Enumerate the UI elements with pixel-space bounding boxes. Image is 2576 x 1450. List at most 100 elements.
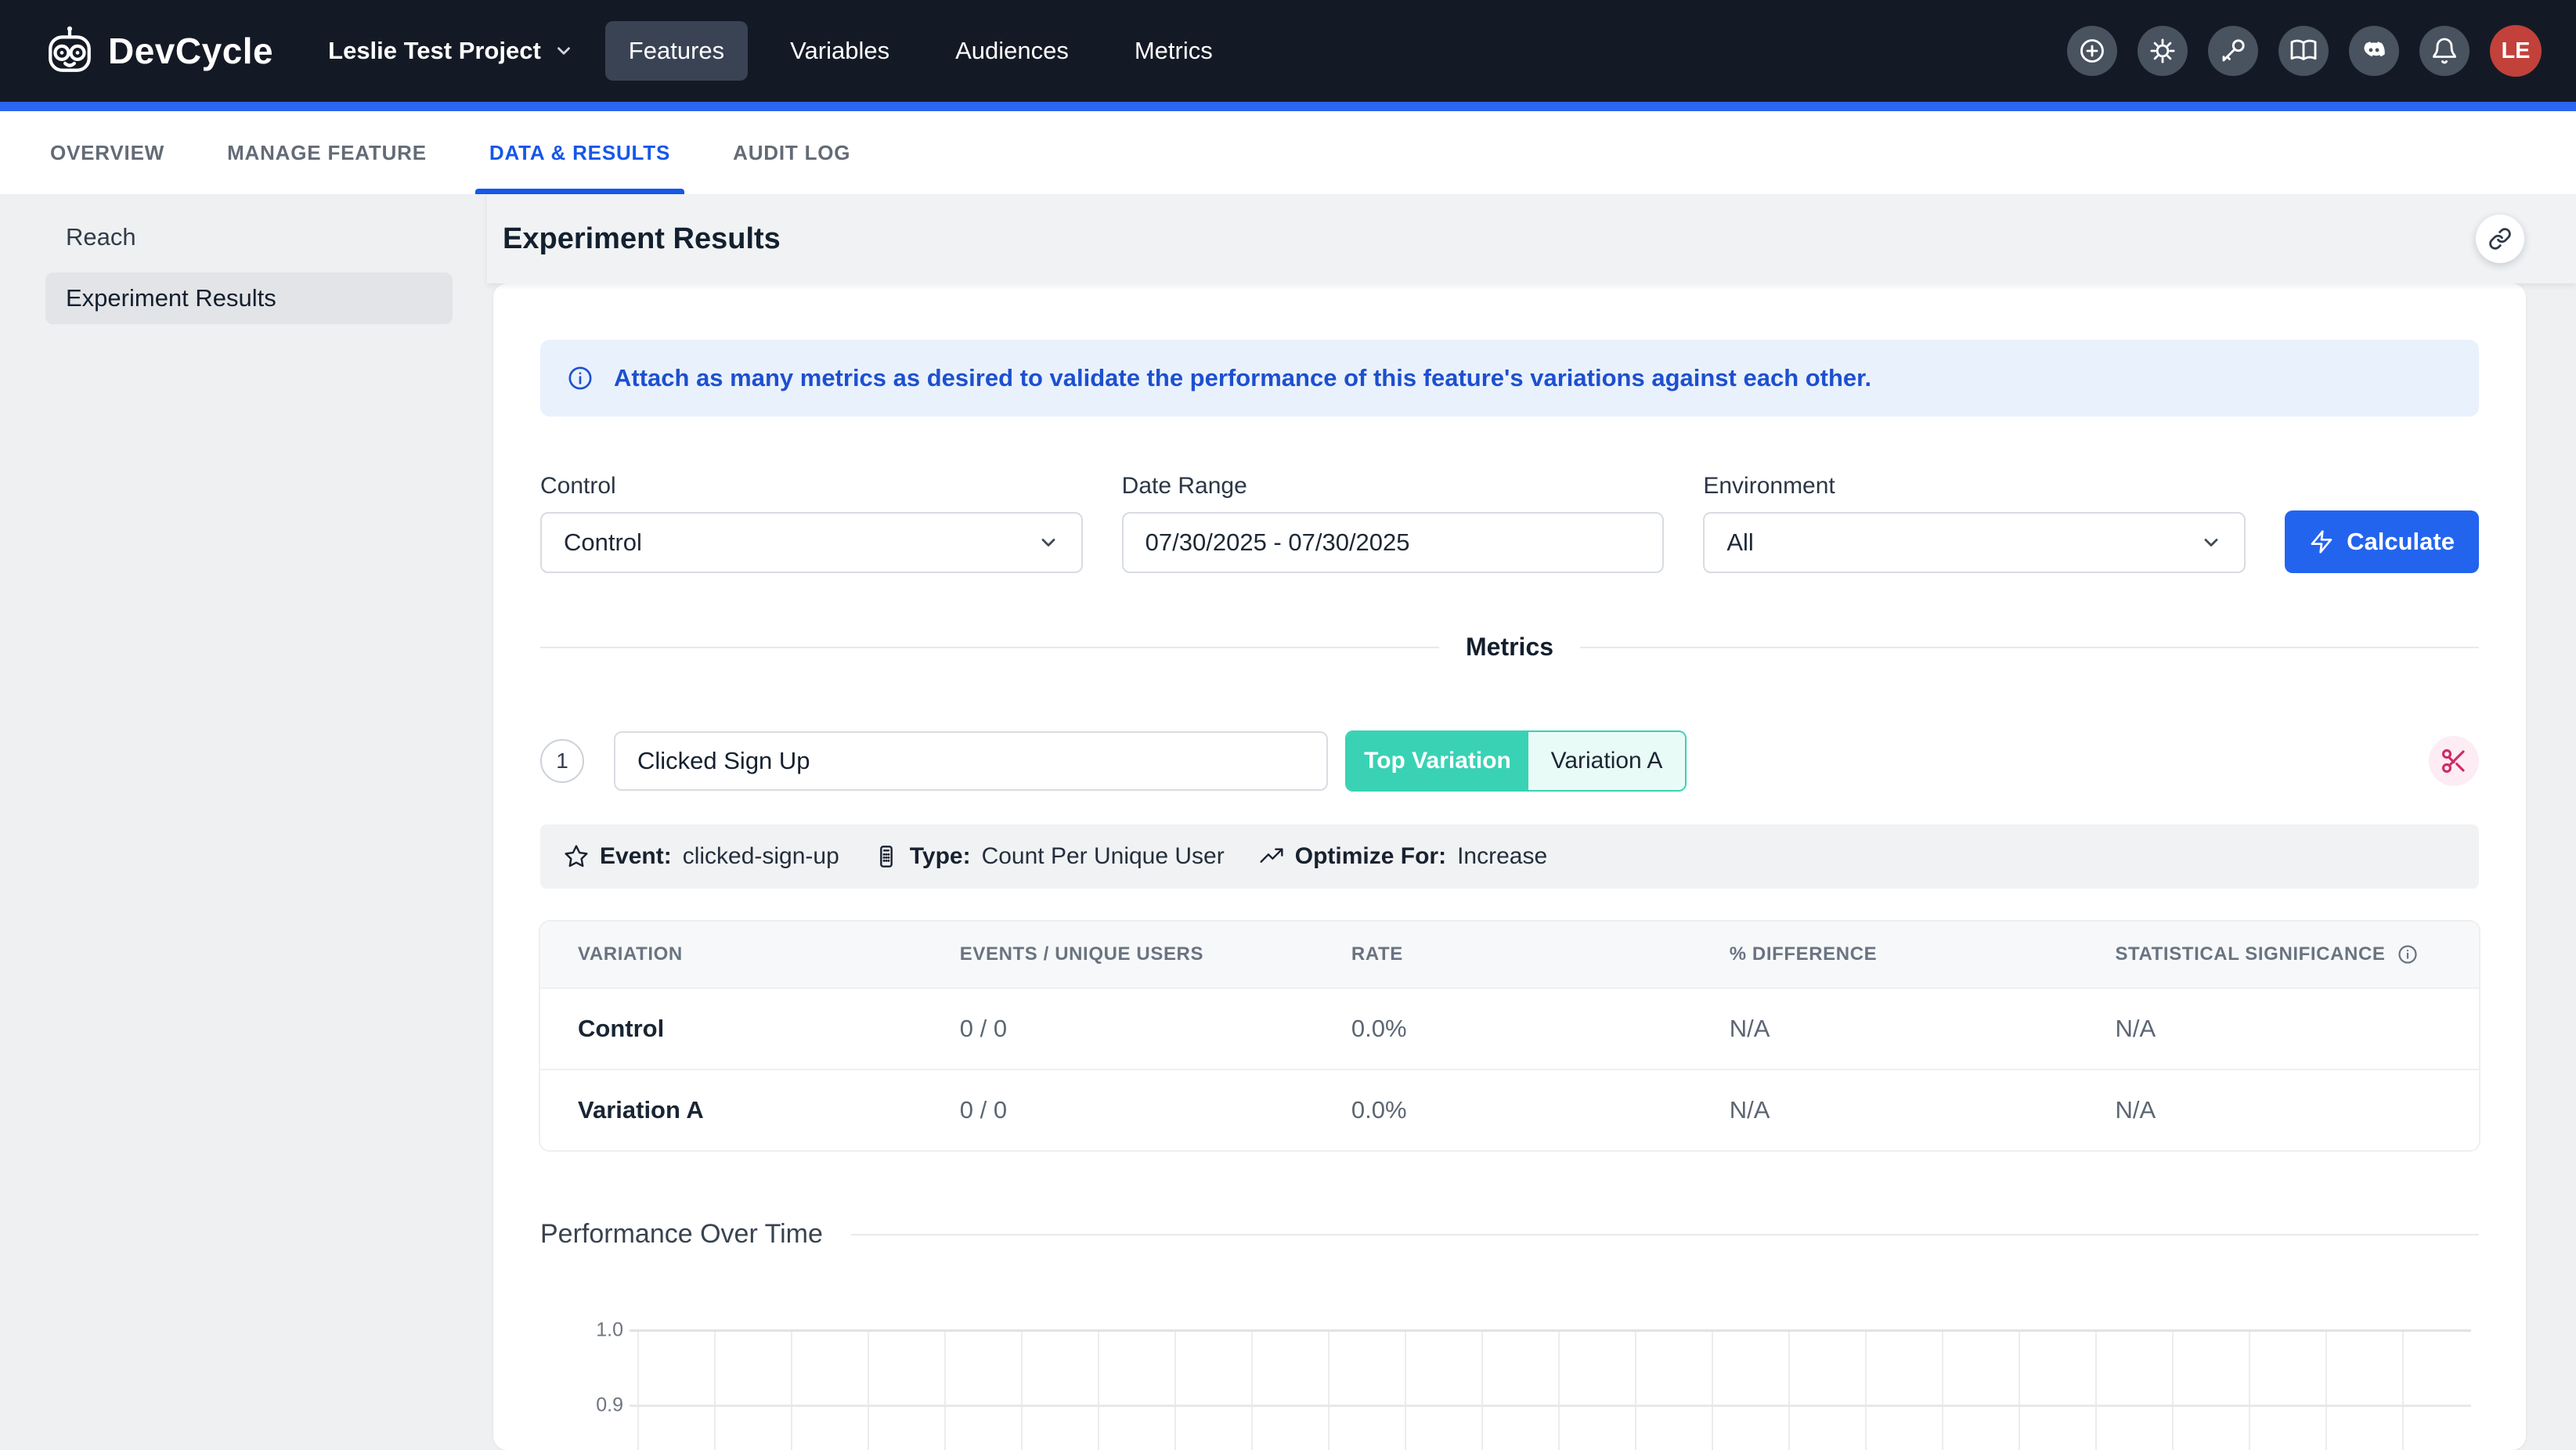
sidebar: Reach Experiment Results — [0, 194, 487, 1450]
optimize-detail: Optimize For: Increase — [1259, 843, 1547, 870]
nav-link-metrics[interactable]: Metrics — [1111, 21, 1236, 81]
calculator-icon — [874, 844, 899, 869]
experiment-results-card: Attach as many metrics as desired to val… — [493, 283, 2526, 1450]
gridline-0.9 — [630, 1405, 2471, 1407]
api-keys-button[interactable] — [2208, 26, 2258, 76]
tab-audit-log[interactable]: AUDIT LOG — [702, 111, 882, 194]
brand-wordmark: DevCycle — [108, 30, 273, 72]
metric-detail-bar: Event: clicked-sign-up Type: Count Per U… — [540, 824, 2479, 889]
row-rate: 0.0% — [1314, 1096, 1692, 1124]
col-significance-label: STATISTICAL SIGNIFICANCE — [2115, 943, 2385, 965]
info-banner-text: Attach as many metrics as desired to val… — [614, 364, 1871, 392]
toggle-top-variation[interactable]: Top Variation — [1347, 732, 1528, 790]
table-row: Control 0 / 0 0.0% N/A N/A — [540, 987, 2479, 1069]
event-label: Event: — [600, 843, 672, 870]
notifications-button[interactable] — [2419, 26, 2470, 76]
filters-row: Control Control Date Range Environment — [540, 473, 2479, 573]
chart-vertical-gridlines — [637, 1329, 2471, 1450]
info-icon[interactable] — [2397, 943, 2419, 965]
date-range-field: Date Range — [1122, 473, 1665, 573]
docs-button[interactable] — [2278, 26, 2329, 76]
metric-index-badge: 1 — [540, 739, 584, 783]
gear-icon — [2148, 37, 2177, 65]
environment-label: Environment — [1703, 473, 2246, 500]
control-field: Control Control — [540, 473, 1083, 573]
info-banner: Attach as many metrics as desired to val… — [540, 340, 2479, 417]
scissors-icon — [2440, 747, 2468, 775]
tab-manage-feature[interactable]: MANAGE FEATURE — [196, 111, 458, 194]
row-difference: N/A — [1692, 1015, 2078, 1043]
col-variation: VARIATION — [540, 943, 922, 965]
calculate-button-label: Calculate — [2347, 528, 2455, 556]
performance-title: Performance Over Time — [540, 1219, 823, 1250]
remove-metric-button[interactable] — [2429, 736, 2479, 786]
row-events: 0 / 0 — [922, 1096, 1314, 1124]
link-icon — [2488, 227, 2512, 251]
row-events: 0 / 0 — [922, 1015, 1314, 1043]
main-panel: Experiment Results Attach as many metric… — [487, 194, 2576, 1450]
plus-circle-icon — [2078, 37, 2106, 65]
info-icon — [567, 365, 593, 391]
nav-link-features[interactable]: Features — [605, 21, 748, 81]
nav-link-audiences[interactable]: Audiences — [932, 21, 1092, 81]
environment-select-value: All — [1726, 528, 1753, 557]
type-detail: Type: Count Per Unique User — [874, 843, 1225, 870]
row-significance: N/A — [2077, 1096, 2479, 1124]
control-select[interactable]: Control — [540, 512, 1083, 573]
divider-line — [1580, 647, 2479, 648]
sidebar-item-reach[interactable]: Reach — [45, 211, 453, 263]
devcycle-logo[interactable]: DevCycle — [44, 25, 273, 77]
chevron-down-icon — [554, 41, 574, 61]
navbar-actions: LE — [2067, 25, 2542, 77]
sidebar-item-experiment-results[interactable]: Experiment Results — [45, 272, 453, 324]
row-significance: N/A — [2077, 1015, 2479, 1043]
feature-tabbar: OVERVIEW MANAGE FEATURE DATA & RESULTS A… — [0, 111, 2576, 194]
performance-chart: 1.0 0.9 — [637, 1301, 2471, 1450]
content-area: Reach Experiment Results Experiment Resu… — [0, 194, 2576, 1450]
trending-up-icon — [1259, 844, 1284, 869]
control-label: Control — [540, 473, 1083, 500]
environment-select[interactable]: All — [1703, 512, 2246, 573]
optimize-label: Optimize For: — [1295, 843, 1446, 870]
top-navbar: DevCycle Leslie Test Project Features Va… — [0, 0, 2576, 102]
row-rate: 0.0% — [1314, 1015, 1692, 1043]
metric-name-input[interactable] — [614, 731, 1328, 791]
tab-overview[interactable]: OVERVIEW — [19, 111, 196, 194]
col-significance: STATISTICAL SIGNIFICANCE — [2077, 943, 2479, 965]
col-rate: RATE — [1314, 943, 1692, 965]
chevron-down-icon — [2200, 532, 2222, 554]
page-header: Experiment Results — [487, 194, 2576, 283]
create-new-button[interactable] — [2067, 26, 2117, 76]
results-table: VARIATION EVENTS / UNIQUE USERS RATE % D… — [540, 922, 2479, 1150]
calculate-button[interactable]: Calculate — [2285, 510, 2479, 573]
settings-button[interactable] — [2138, 26, 2188, 76]
table-row: Variation A 0 / 0 0.0% N/A N/A — [540, 1069, 2479, 1150]
environment-field: Environment All — [1703, 473, 2246, 573]
divider-line — [851, 1234, 2479, 1235]
date-range-input[interactable] — [1122, 512, 1665, 573]
metrics-divider-label: Metrics — [1466, 633, 1553, 662]
row-variation: Variation A — [540, 1096, 922, 1124]
variation-toggle: Top Variation Variation A — [1345, 730, 1687, 792]
event-detail: Event: clicked-sign-up — [564, 843, 839, 870]
project-selector[interactable]: Leslie Test Project — [328, 37, 574, 65]
star-icon — [564, 844, 589, 869]
lightning-bolt-icon — [2309, 529, 2334, 554]
user-avatar[interactable]: LE — [2490, 25, 2542, 77]
y-tick-1.0: 1.0 — [596, 1319, 623, 1342]
type-value: Count Per Unique User — [982, 843, 1225, 870]
gridline-1.0 — [630, 1329, 2471, 1332]
tab-data-results[interactable]: DATA & RESULTS — [458, 111, 702, 194]
table-header-row: VARIATION EVENTS / UNIQUE USERS RATE % D… — [540, 922, 2479, 987]
col-difference: % DIFFERENCE — [1692, 943, 2078, 965]
chevron-down-icon — [1037, 532, 1059, 554]
divider-line — [540, 647, 1439, 648]
nav-link-variables[interactable]: Variables — [767, 21, 913, 81]
row-difference: N/A — [1692, 1096, 2078, 1124]
project-name: Leslie Test Project — [328, 37, 541, 65]
accent-strip — [0, 102, 2576, 111]
robot-logo-icon — [44, 25, 96, 77]
discord-button[interactable] — [2349, 26, 2399, 76]
copy-link-button[interactable] — [2476, 215, 2524, 263]
toggle-variation-a[interactable]: Variation A — [1528, 732, 1685, 790]
